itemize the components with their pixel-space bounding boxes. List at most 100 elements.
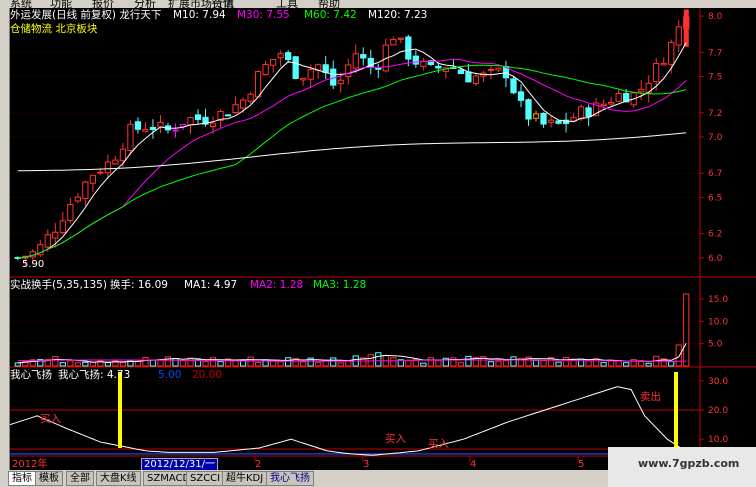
low-price-label: 5.90 xyxy=(22,259,45,270)
candle-body-61 xyxy=(472,75,480,85)
volume-bar-42 xyxy=(330,357,337,367)
volume-bar-76 xyxy=(585,360,592,367)
indicator-tab-7[interactable]: 我心飞扬 xyxy=(266,471,314,486)
y-tick-label-2-1: 20.0 xyxy=(708,406,728,416)
y-tick-label-1-1: 10.0 xyxy=(708,317,728,327)
candle-body-85 xyxy=(653,62,660,83)
candle-body-51 xyxy=(397,37,404,40)
ma60-label: M60: 7.42 xyxy=(304,9,357,21)
y-tick-label-1-0: 5.0 xyxy=(708,340,723,350)
candle-body-39 xyxy=(307,69,314,80)
watermark-text: www.7gpzb.com xyxy=(638,457,740,470)
volume-bar-50 xyxy=(390,357,397,367)
candle-body-60 xyxy=(465,71,472,83)
ma120-line xyxy=(17,132,687,172)
stock-chart-window: 系统 功能 报价 分析 扩展市场行情 资讯 工具 帮助 6.0 6.2 6.5 6.7 7.0 7.2 7… xyxy=(0,0,756,487)
y-tick-label-0-5: 7.2 xyxy=(708,109,722,119)
indicator-line xyxy=(9,386,691,456)
candle-body-41 xyxy=(322,64,329,73)
y-tick-label-0-4: 7.0 xyxy=(708,133,723,143)
volume-bar-9 xyxy=(82,361,89,367)
ma10-label: M10: 7.94 xyxy=(173,9,226,21)
candle-body-35 xyxy=(277,53,284,59)
volume-bar-25 xyxy=(202,361,209,367)
candle-body-68 xyxy=(525,99,532,120)
volume-bar-87 xyxy=(668,361,675,367)
candle-body-26 xyxy=(209,122,217,128)
indicator-tab-0[interactable]: 指标 xyxy=(8,471,36,486)
candle-body-19 xyxy=(157,121,164,128)
candle-body-46 xyxy=(360,54,367,59)
candle-body-71 xyxy=(547,119,555,123)
indicator-tab-bar: 指标 模板 全部 大盘K线 SZMACD SZCCI 超牛KDJ 我心飞扬 xyxy=(0,470,608,487)
y-tick-label-0-7: 7.7 xyxy=(708,48,722,58)
candle-body-4 xyxy=(44,234,51,248)
indicator-tab-3[interactable]: 大盘K线 xyxy=(96,471,141,486)
candle-body-75 xyxy=(577,106,585,120)
candle-body-31 xyxy=(247,93,254,102)
volume-bar-18 xyxy=(149,359,157,367)
signal-buy-3: 买入 xyxy=(428,438,449,450)
candle-body-48 xyxy=(375,67,382,70)
y-tick-label-2-2: 30.0 xyxy=(708,377,728,387)
ma10-line xyxy=(17,42,687,259)
candle-body-9 xyxy=(82,181,89,199)
candle-body-23 xyxy=(187,117,194,126)
y-tick-label-2-0: 10.0 xyxy=(708,435,728,445)
volume-bar-32 xyxy=(254,362,262,367)
volume-bar-84 xyxy=(645,362,652,367)
indicator-tab-6[interactable]: 超牛KDJ xyxy=(222,471,268,486)
candle-body-last xyxy=(683,9,689,47)
candle-body-21 xyxy=(172,129,179,132)
candle-body-86 xyxy=(660,62,667,66)
volume-bar-27 xyxy=(217,360,224,367)
candle-body-12 xyxy=(104,161,112,174)
volume-bar-63 xyxy=(487,361,495,367)
candle-body-30 xyxy=(239,99,247,109)
volume-bar-35 xyxy=(277,361,284,367)
candle-body-29 xyxy=(232,104,239,114)
candle-body-45 xyxy=(352,53,359,69)
candle-body-36 xyxy=(285,52,292,60)
volume-bar-55 xyxy=(427,357,434,367)
volume-ma1-label: MA1: 4.97 xyxy=(184,279,238,291)
indicator-tab-2[interactable]: 全部 xyxy=(66,471,94,486)
candle-body-88 xyxy=(675,26,682,46)
y-tick-label-0-2: 6.5 xyxy=(708,193,722,203)
volume-bar-78 xyxy=(600,362,607,367)
candle-body-14 xyxy=(119,148,127,162)
candle-body-32 xyxy=(254,71,262,98)
candle-body-15 xyxy=(127,123,134,152)
candle-body-50 xyxy=(390,38,397,46)
indicator-tab-5[interactable]: SZCCI xyxy=(186,471,225,486)
candle-body-72 xyxy=(555,120,562,124)
candle-body-28 xyxy=(224,114,232,117)
indicator-title: 我心飞扬 xyxy=(10,369,52,381)
volume-bar-21 xyxy=(172,358,179,367)
indicator-ref1: 5.00 xyxy=(158,369,182,381)
volume-bar-66 xyxy=(510,356,517,367)
candle-body-38 xyxy=(300,77,307,81)
volume-bar-83 xyxy=(638,361,645,367)
volume-bar-59 xyxy=(457,362,465,367)
candle-body-63 xyxy=(487,68,495,71)
candle-body-64 xyxy=(495,67,502,71)
volume-bar-52 xyxy=(405,359,412,367)
indicator-value: 我心飞扬: 4.73 xyxy=(58,369,131,381)
candle-body-83 xyxy=(638,88,645,93)
volume-bar-81 xyxy=(623,362,630,367)
y-tick-label-1-2: 15.0 xyxy=(708,295,728,305)
volume-bar-6 xyxy=(59,362,66,367)
indicator-tab-1[interactable]: 模板 xyxy=(35,471,63,486)
candle-body-5 xyxy=(52,231,59,239)
volume-bar-38 xyxy=(300,361,307,367)
volume-bar-70 xyxy=(540,360,547,367)
signal-bar-1 xyxy=(118,372,122,448)
volume-bar-64 xyxy=(495,360,502,367)
candle-body-7 xyxy=(67,203,74,222)
candle-body-70 xyxy=(540,112,547,125)
candle-body-67 xyxy=(517,91,525,101)
candle-body-78 xyxy=(600,103,607,107)
volume-bar-48 xyxy=(375,352,382,367)
volume-bar-73 xyxy=(562,357,570,367)
